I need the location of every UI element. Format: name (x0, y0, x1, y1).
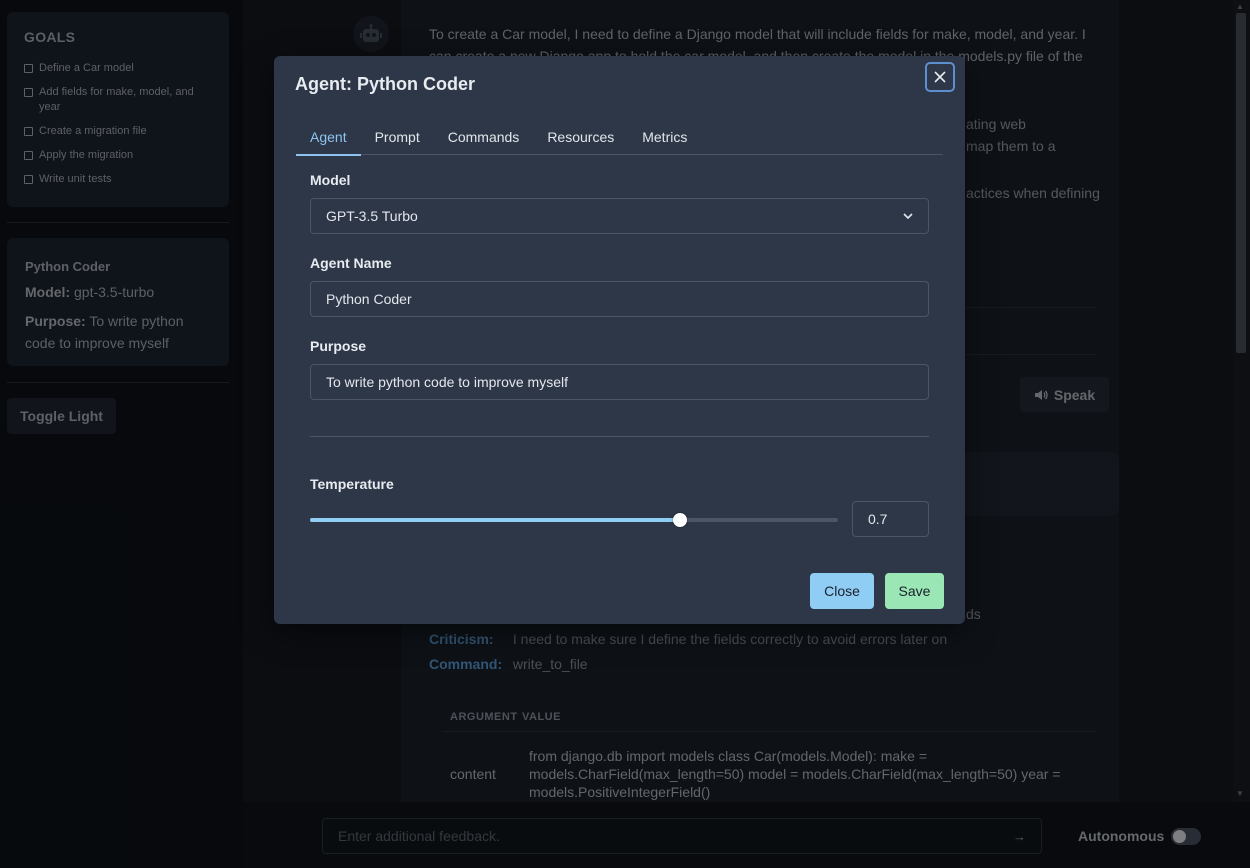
tab-prompt[interactable]: Prompt (361, 120, 434, 155)
temperature-input[interactable]: 0.7 (852, 501, 929, 537)
tab-agent[interactable]: Agent (296, 120, 361, 156)
agent-name-label: Agent Name (310, 255, 392, 271)
model-label: Model (310, 172, 351, 188)
purpose-input[interactable]: To write python code to improve myself (310, 364, 929, 400)
purpose-label: Purpose (310, 338, 367, 354)
modal-tabs: Agent Prompt Commands Resources Metrics (296, 120, 943, 156)
modal-divider (310, 436, 929, 437)
modal-title: Agent: Python Coder (295, 74, 475, 94)
save-button[interactable]: Save (885, 573, 944, 609)
model-select-value: GPT-3.5 Turbo (326, 208, 418, 224)
tab-commands[interactable]: Commands (434, 120, 534, 155)
close-icon (934, 71, 946, 83)
temperature-slider-fill (310, 518, 680, 522)
agent-settings-modal: Agent: Python Coder Agent Prompt Command… (274, 56, 965, 624)
temperature-value: 0.7 (868, 511, 888, 527)
purpose-value: To write python code to improve myself (326, 374, 568, 390)
close-button[interactable]: Close (810, 573, 874, 609)
temperature-label: Temperature (310, 476, 394, 492)
model-select[interactable]: GPT-3.5 Turbo (310, 198, 929, 234)
chevron-down-icon (903, 212, 913, 219)
modal-close-button[interactable] (925, 62, 955, 92)
temperature-slider-thumb[interactable] (673, 513, 687, 527)
tab-metrics[interactable]: Metrics (628, 120, 701, 155)
agent-name-value: Python Coder (326, 291, 412, 307)
tab-resources[interactable]: Resources (533, 120, 628, 155)
temperature-slider[interactable] (310, 513, 838, 527)
agent-name-input[interactable]: Python Coder (310, 281, 929, 317)
